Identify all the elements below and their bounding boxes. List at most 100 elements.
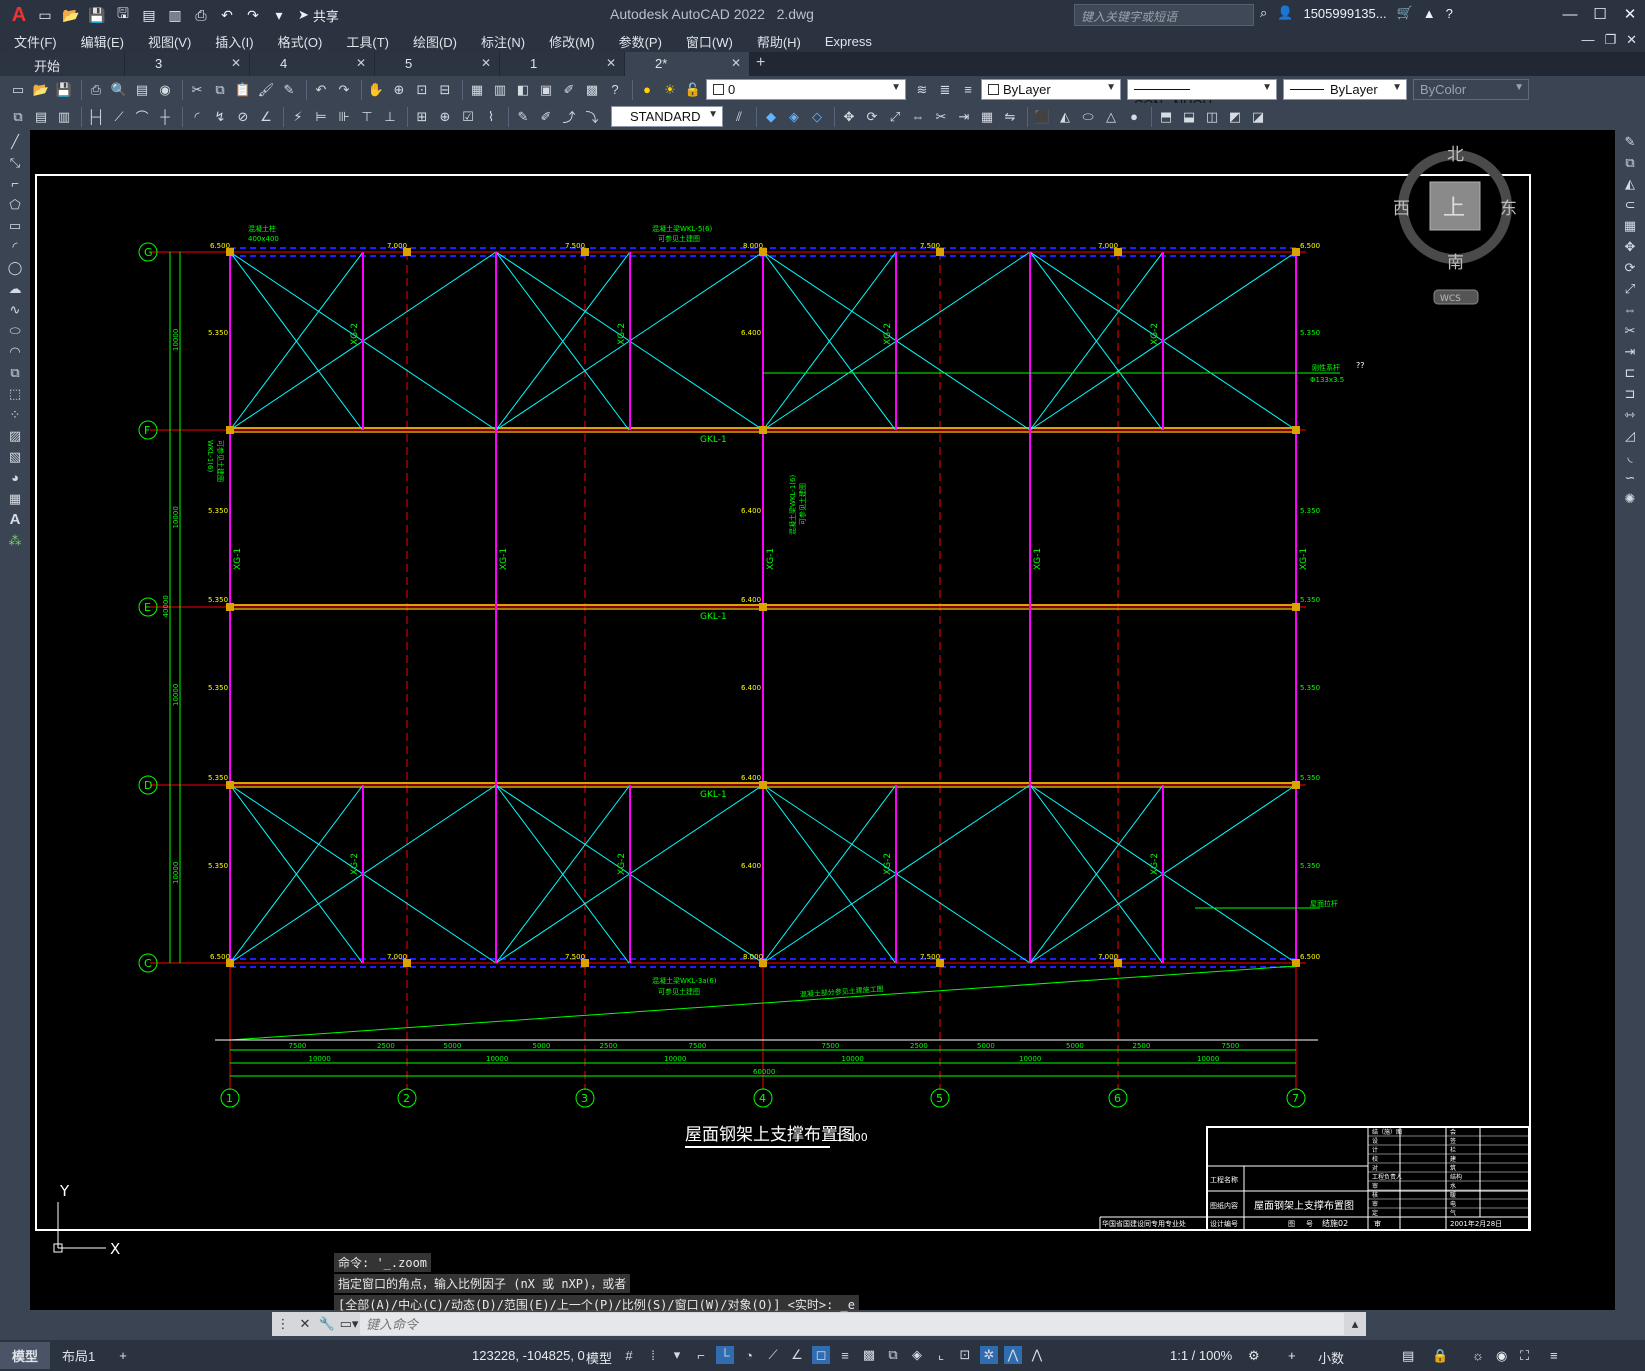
dim-baseline-icon[interactable]: ⊨ [311, 107, 331, 127]
dim-text-edit-icon[interactable]: ✐ [536, 107, 556, 127]
open-web-icon[interactable]: ▤ [138, 4, 160, 26]
dim-aligned-icon[interactable]: ⟋ [109, 107, 129, 127]
customize-status-icon[interactable]: ≡ [1550, 1348, 1558, 1363]
close-tab-icon[interactable]: ✕ [606, 56, 616, 70]
draworder-icon[interactable]: ⧉ [8, 107, 28, 127]
revision-cloud-icon[interactable]: ☁ [4, 279, 26, 298]
dim-space-icon[interactable]: ⊤ [357, 107, 377, 127]
3dprint-icon[interactable]: ◉ [155, 80, 175, 100]
calculator-icon[interactable]: ▩ [582, 80, 602, 100]
linetype-select[interactable]: CON...NUOU▼ [1127, 79, 1277, 112]
dim-angular-icon[interactable]: ∠ [256, 107, 276, 127]
hatch-icon[interactable]: ▨ [4, 426, 26, 445]
dim-update-icon[interactable]: ⤴ [559, 107, 579, 127]
recent-commands-icon[interactable]: ▭▾ [338, 1316, 360, 1332]
rotate-icon[interactable]: ⟳ [1619, 258, 1641, 277]
layer-select[interactable]: 0 ▼ [706, 79, 906, 100]
layer-thaw-icon[interactable]: ☀ [660, 80, 680, 100]
open-icon[interactable]: 📂 [31, 80, 51, 100]
arc-icon[interactable]: ◜ [4, 237, 26, 256]
zoom-window-icon[interactable]: ⊡ [412, 80, 432, 100]
stretch-icon[interactable]: ⇔ [1619, 300, 1641, 319]
search-icon[interactable]: ⌕ [1260, 5, 1267, 21]
viewcube[interactable]: 上 北 南 东 西 WCS [1393, 145, 1517, 305]
ellipse-arc-icon[interactable]: ◠ [4, 342, 26, 361]
viewcube-west[interactable]: 西 [1393, 199, 1410, 219]
tab-2[interactable]: 2* ✕ [625, 52, 749, 76]
new-tab-icon[interactable]: + [750, 52, 776, 76]
layer-on-icon[interactable]: ● [637, 80, 657, 100]
command-input[interactable] [360, 1313, 1344, 1335]
trim-icon[interactable]: ✂ [931, 107, 951, 127]
menu-edit[interactable]: 编辑(E) [81, 32, 124, 51]
inspection-icon[interactable]: ☑ [458, 107, 478, 127]
point-icon[interactable]: ⁘ [4, 405, 26, 424]
region-icon[interactable]: ◕ [4, 468, 26, 487]
break-icon[interactable]: ⊐ [1619, 384, 1641, 403]
polygon-icon[interactable]: ⬠ [4, 195, 26, 214]
osnap-icon[interactable]: ◻ [812, 1346, 830, 1364]
lineweight-icon[interactable]: ≡ [836, 1346, 854, 1364]
scale-icon[interactable]: ⤢ [885, 107, 905, 127]
dim-continue-icon[interactable]: ⊪ [334, 107, 354, 127]
move-icon[interactable]: ✥ [839, 107, 859, 127]
matchprop-icon[interactable]: 🖌 [256, 80, 276, 100]
orbit-icon[interactable]: ◆ [761, 107, 781, 127]
jogged-linear-icon[interactable]: ⌇ [481, 107, 501, 127]
help-icon[interactable]: ? [1446, 6, 1453, 21]
make-block-icon[interactable]: ⬚ [4, 384, 26, 403]
dynamic-input-icon[interactable]: ⌐ [692, 1346, 710, 1364]
undo-icon[interactable]: ↶ [216, 4, 238, 26]
menu-modify[interactable]: 修改(M) [549, 32, 595, 51]
doc-close-icon[interactable]: ✕ [1626, 32, 1637, 48]
color-select[interactable]: ByLayer ▼ [981, 79, 1121, 100]
share-button[interactable]: ➤ 共享 [298, 6, 339, 25]
move-icon[interactable]: ✥ [1619, 237, 1641, 256]
dim-style-select[interactable]: STANDARD ▼ [611, 106, 723, 127]
selection-filter-icon[interactable]: ⊡ [956, 1346, 974, 1364]
extrude-icon[interactable]: ⬒ [1156, 107, 1176, 127]
insert-block-icon[interactable]: ⧉ [4, 363, 26, 382]
publish-icon[interactable]: ▤ [132, 80, 152, 100]
ortho-icon[interactable]: └ [716, 1346, 734, 1364]
lineweight-select[interactable]: ByLayer ▼ [1283, 79, 1407, 100]
annotation-visibility-icon[interactable]: ⋀ [1004, 1346, 1022, 1364]
grid-icon[interactable]: # [620, 1346, 638, 1364]
units-select[interactable]: 小数 [1318, 1348, 1344, 1367]
search-input[interactable]: 键入关键字或短语 [1074, 4, 1254, 26]
layer-current-icon[interactable]: ≣ [935, 80, 955, 100]
menu-format[interactable]: 格式(O) [278, 32, 323, 51]
new-file-icon[interactable]: ▭ [34, 4, 56, 26]
drawing-svg[interactable]: G F E D C 1 2 3 4 5 6 7 10000 10000 10000 10000 40000 750… [30, 130, 1615, 1310]
save-as-icon[interactable]: 🖫 [112, 4, 134, 26]
viewcube-south[interactable]: 南 [1447, 253, 1464, 273]
viewcube-north[interactable]: 北 [1447, 145, 1464, 165]
close-icon[interactable]: ✕ [294, 1316, 316, 1332]
expand-history-icon[interactable]: ▴ [1344, 1316, 1366, 1332]
sweep-icon[interactable]: ◫ [1202, 107, 1222, 127]
blend-icon[interactable]: ∽ [1619, 468, 1641, 487]
add-selected-icon[interactable]: ⁂ [4, 531, 26, 550]
isodraft-icon[interactable]: ⟋ [764, 1346, 782, 1364]
layout1-tab[interactable]: 布局1 [50, 1342, 107, 1369]
cut-icon[interactable]: ✂ [187, 80, 207, 100]
grip-handle-icon[interactable]: ⋮ [272, 1316, 294, 1332]
menu-parametric[interactable]: 参数(P) [619, 32, 662, 51]
close-tab-icon[interactable]: ✕ [731, 56, 741, 70]
selection-cycling-icon[interactable]: ⧉ [884, 1346, 902, 1364]
isolate-objects-icon[interactable]: ☼ [1472, 1348, 1484, 1363]
3d-osnap-icon[interactable]: ◈ [908, 1346, 926, 1364]
autodesk-app-icon[interactable]: ▲ [1423, 6, 1436, 21]
save-web-icon[interactable]: ▥ [164, 4, 186, 26]
solid-cylinder-icon[interactable]: ⬭ [1078, 107, 1098, 127]
quick-dim-icon[interactable]: ⚡ [288, 107, 308, 127]
close-icon[interactable]: ✕ [1615, 0, 1645, 28]
help-icon[interactable]: ? [605, 80, 625, 100]
solid-wedge-icon[interactable]: ◭ [1055, 107, 1075, 127]
mtext-icon[interactable]: A [4, 510, 26, 529]
annotation-scale[interactable]: 1:1 / 100% [1170, 1348, 1232, 1363]
tolerance-icon[interactable]: ⊞ [412, 107, 432, 127]
paste-icon[interactable]: 📋 [233, 80, 253, 100]
gradient-icon[interactable]: ▧ [4, 447, 26, 466]
plot-icon[interactable]: ⎙ [190, 4, 212, 26]
